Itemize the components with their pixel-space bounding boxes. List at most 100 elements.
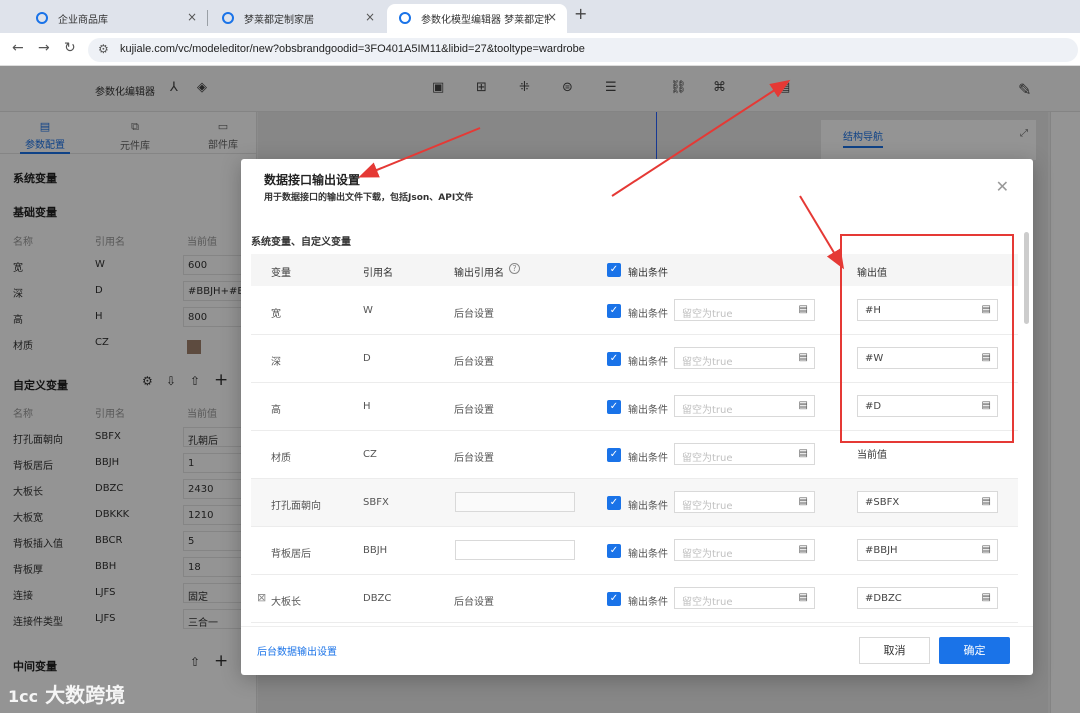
cell-var: 宽 (271, 309, 281, 320)
cell-ref: D (363, 353, 371, 364)
scrollbar[interactable] (1024, 232, 1029, 324)
cell-cond-label: 输出条件 (628, 501, 668, 512)
output-ref-input[interactable] (455, 540, 575, 560)
cell-ref: W (363, 305, 373, 316)
shield-icon (222, 12, 234, 24)
close-icon[interactable]: × (547, 10, 557, 24)
dialog-footer: 后台数据输出设置 取消 确定 (241, 626, 1033, 675)
address-bar-row: ← → ↻ ⚙ kujiale.com/vc/modeleditor/new?o… (0, 33, 1080, 66)
browser-tab-1[interactable]: 企业商品库 × (24, 4, 207, 33)
tab-label: 参数化模型编辑器 梦莱都定制家 (421, 15, 549, 26)
section-title: 系统变量、自定义变量 (251, 237, 351, 248)
output-value: #BBJH (865, 545, 898, 556)
condition-input[interactable]: 留空为true ▤ (674, 395, 815, 417)
cell-var: 打孔面朝向 (271, 501, 321, 512)
cell-cond-label: 输出条件 (628, 357, 668, 368)
document-icon[interactable]: ▤ (982, 592, 991, 603)
tab-separator (207, 10, 208, 26)
confirm-button[interactable]: 确定 (939, 637, 1010, 664)
header-ref: 引用名 (363, 268, 393, 279)
cell-out-ref: 后台设置 (454, 597, 494, 608)
cell-cond-label: 输出条件 (628, 309, 668, 320)
output-condition-checkbox[interactable]: ✓ (607, 304, 621, 318)
tab-label: 企业商品库 (58, 15, 108, 26)
cell-out-ref: 后台设置 (454, 453, 494, 464)
select-all-checkbox[interactable]: ✓ (607, 263, 621, 277)
output-value-text: 当前值 (857, 450, 887, 461)
drag-handle-icon[interactable]: ⊠ (257, 591, 266, 604)
table-row: 背板居后 BBJH ✓ 输出条件 留空为true ▤ #BBJH ▤ (251, 527, 1018, 575)
reload-icon[interactable]: ↻ (64, 40, 76, 56)
dialog-title: 数据接口输出设置 (264, 173, 361, 187)
cell-cond-label: 输出条件 (628, 405, 668, 416)
annotation-highlight-box (840, 234, 1014, 443)
document-icon[interactable]: ▤ (799, 352, 808, 363)
cell-var: 高 (271, 405, 281, 416)
new-tab-button[interactable]: + (574, 4, 587, 23)
watermark-text: 大数跨境 (45, 683, 126, 707)
header-out-ref: 输出引用名 (454, 268, 504, 279)
condition-input[interactable]: 留空为true ▤ (674, 539, 815, 561)
document-icon[interactable]: ▤ (982, 544, 991, 555)
output-value-input[interactable]: #SBFX ▤ (857, 491, 998, 513)
cell-var: 深 (271, 357, 281, 368)
forward-icon[interactable]: → (38, 40, 50, 56)
cell-out-ref: 后台设置 (454, 405, 494, 416)
backend-output-settings-link[interactable]: 后台数据输出设置 (257, 643, 337, 658)
cell-ref: SBFX (363, 497, 389, 508)
condition-input[interactable]: 留空为true ▤ (674, 443, 815, 465)
cell-ref: H (363, 401, 371, 412)
condition-input[interactable]: 留空为true ▤ (674, 587, 815, 609)
shield-icon (36, 12, 48, 24)
cell-out-ref: 后台设置 (454, 357, 494, 368)
placeholder: 留空为true (682, 549, 733, 560)
document-icon[interactable]: ▤ (799, 544, 808, 555)
cell-cond-label: 输出条件 (628, 549, 668, 560)
table-row: ⊠ 大板长 DBZC 后台设置 ✓ 输出条件 留空为true ▤ #DBZC ▤ (251, 575, 1018, 623)
table-row: 打孔面朝向 SBFX ✓ 输出条件 留空为true ▤ #SBFX ▤ (251, 479, 1018, 527)
output-condition-checkbox[interactable]: ✓ (607, 448, 621, 462)
shield-icon (399, 12, 411, 24)
cell-var: 大板长 (271, 597, 301, 608)
header-cond: 输出条件 (628, 268, 668, 279)
close-icon[interactable]: × (365, 10, 375, 24)
condition-input[interactable]: 留空为true ▤ (674, 347, 815, 369)
condition-input[interactable]: 留空为true ▤ (674, 491, 815, 513)
document-icon[interactable]: ▤ (982, 496, 991, 507)
browser-tab-2[interactable]: 梦莱都定制家居 × (210, 4, 385, 33)
output-condition-checkbox[interactable]: ✓ (607, 400, 621, 414)
help-icon[interactable]: ? (509, 263, 520, 274)
back-icon[interactable]: ← (12, 40, 24, 56)
browser-tab-active[interactable]: 参数化模型编辑器 梦莱都定制家 × (387, 4, 567, 33)
close-icon[interactable]: ✕ (996, 177, 1009, 196)
output-value-input[interactable]: #BBJH ▤ (857, 539, 998, 561)
dialog-subtitle: 用于数据接口的输出文件下载，包括Json、API文件 (264, 193, 474, 203)
output-condition-checkbox[interactable]: ✓ (607, 544, 621, 558)
output-condition-checkbox[interactable]: ✓ (607, 352, 621, 366)
document-icon[interactable]: ▤ (799, 304, 808, 315)
site-settings-icon[interactable]: ⚙ (98, 42, 109, 56)
url-field[interactable]: ⚙ kujiale.com/vc/modeleditor/new?obsbran… (88, 38, 1078, 62)
watermark: 1ᴄᴄ 大数跨境 (8, 679, 125, 708)
document-icon[interactable]: ▤ (799, 448, 808, 459)
cell-ref: CZ (363, 449, 377, 460)
document-icon[interactable]: ▤ (799, 592, 808, 603)
output-condition-checkbox[interactable]: ✓ (607, 496, 621, 510)
placeholder: 留空为true (682, 357, 733, 368)
output-value: #DBZC (865, 593, 902, 604)
cell-ref: DBZC (363, 593, 392, 604)
url-text: kujiale.com/vc/modeleditor/new?obsbrandg… (120, 43, 585, 55)
placeholder: 留空为true (682, 405, 733, 416)
cell-var: 背板居后 (271, 549, 311, 560)
document-icon[interactable]: ▤ (799, 496, 808, 507)
output-ref-input[interactable] (455, 492, 575, 512)
tab-label: 梦莱都定制家居 (244, 15, 314, 26)
condition-input[interactable]: 留空为true ▤ (674, 299, 815, 321)
logo-icon: 1ᴄᴄ (8, 687, 39, 706)
output-value-input[interactable]: #DBZC ▤ (857, 587, 998, 609)
cancel-button[interactable]: 取消 (859, 637, 930, 664)
output-condition-checkbox[interactable]: ✓ (607, 592, 621, 606)
cell-out-ref: 后台设置 (454, 309, 494, 320)
close-icon[interactable]: × (187, 10, 197, 24)
document-icon[interactable]: ▤ (799, 400, 808, 411)
